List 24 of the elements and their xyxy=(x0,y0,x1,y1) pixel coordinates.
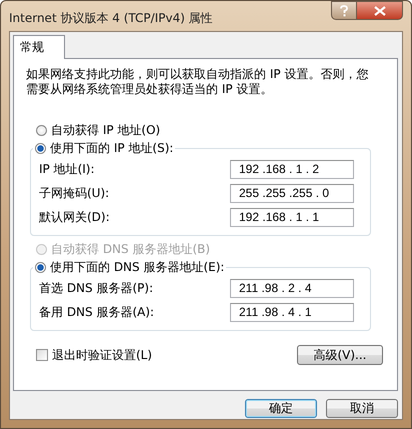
ip-address-field[interactable]: 211 .98 . 4 . 1 xyxy=(230,302,354,322)
description-text: 如果网络支持此功能，则可以获取自动指派的 IP 设置。否则，您需要从网络系统管理员处获得适当的 IP 设置。 xyxy=(26,67,370,97)
ip-address-field[interactable]: 192 .168 . 1 . 1 xyxy=(230,208,354,226)
close-icon xyxy=(374,6,386,16)
field-label: 默认网关(D): xyxy=(39,208,110,226)
radio-option[interactable]: 使用下面的 IP 地址(S): xyxy=(35,139,174,157)
ip-address-field[interactable]: 211 .98 . 2 . 4 xyxy=(230,278,354,298)
radio-option[interactable]: 自动获得 IP 地址(O) xyxy=(36,121,160,139)
ip-address-field[interactable]: 192 .168 . 1 . 2 xyxy=(230,160,354,178)
help-icon xyxy=(339,4,349,16)
cancel-button[interactable]: 取消 xyxy=(326,399,398,418)
window-title: Internet 协议版本 4 (TCP/IPv4) 属性 xyxy=(9,10,213,27)
field-label: IP 地址(I): xyxy=(39,160,95,178)
help-button[interactable] xyxy=(331,1,357,20)
field-label: 备用 DNS 服务器(A): xyxy=(39,304,154,320)
ok-button[interactable]: 确定 xyxy=(245,399,317,418)
field-label: 子网掩码(U): xyxy=(39,184,110,202)
general-tab[interactable]: 常规 xyxy=(13,35,65,59)
validate-checkbox[interactable]: 退出时验证设置(L) xyxy=(36,346,152,364)
ip-address-field[interactable]: 255 .255 .255 . 0 xyxy=(230,184,354,202)
advanced-button[interactable]: 高级(V)... xyxy=(297,345,383,365)
radio-option[interactable]: 使用下面的 DNS 服务器地址(E): xyxy=(35,258,224,276)
close-button[interactable] xyxy=(357,1,403,20)
field-label: 首选 DNS 服务器(P): xyxy=(39,280,154,296)
